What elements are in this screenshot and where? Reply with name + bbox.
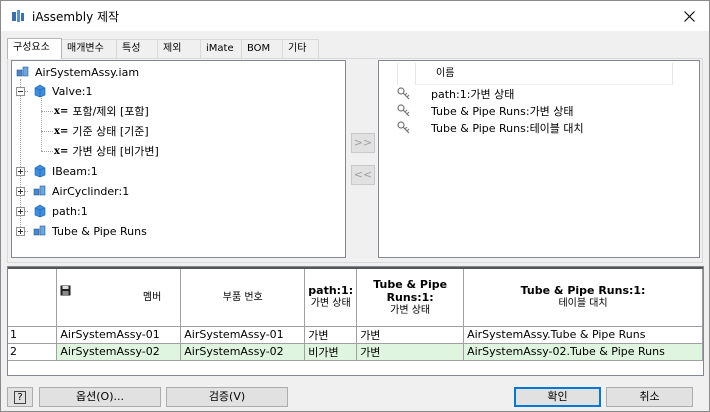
tree-item-variable-state[interactable]: x= 가변 상태 [비가변] (54, 142, 159, 160)
part-icon (34, 164, 46, 178)
part-number-cell[interactable]: AirSystemAssy-02 (180, 342, 306, 361)
tree-label: Tube & Pipe Runs (52, 224, 147, 238)
tree-item-tube-pipe[interactable]: Tube & Pipe Runs (33, 222, 147, 240)
tube-substitute-cell[interactable]: AirSystemAssy-02.Tube & Pipe Runs (463, 342, 703, 361)
add-to-table-button[interactable]: >> (351, 133, 375, 153)
tree-label: Valve:1 (52, 84, 93, 98)
assembly-icon (16, 66, 29, 77)
column-header-sublabel: 가변 상태 (310, 298, 351, 310)
help-button[interactable]: ? (7, 387, 33, 407)
row-number[interactable]: 1 (8, 325, 58, 344)
expand-toggle[interactable] (16, 207, 25, 216)
iassembly-dialog: iAssembly 제작 구성요소 매개변수 특성 제외 iMate BOM 기… (0, 0, 710, 412)
cancel-button[interactable]: 취소 (606, 387, 693, 407)
tab-exclude[interactable]: 제외 (157, 39, 201, 58)
column-header-member[interactable]: 멤버 (56, 267, 182, 327)
parameter-icon: x= (54, 105, 69, 117)
remove-from-table-button[interactable]: << (351, 165, 375, 185)
tube-substitute-cell[interactable]: AirSystemAssy.Tube & Pipe Runs (463, 325, 703, 344)
path-cell[interactable]: 가변 (304, 325, 358, 344)
column-header-sublabel: 테이블 대치 (558, 298, 608, 310)
column-header-label: Tube & Pipe (373, 277, 448, 291)
tab-properties[interactable]: 특성 (116, 39, 158, 58)
app-icon (12, 10, 24, 22)
table-row[interactable]: 1 AirSystemAssy-01 AirSystemAssy-01 가변 가… (8, 325, 703, 344)
title-bar: iAssembly 제작 (1, 1, 709, 31)
key-item[interactable]: Tube & Pipe Runs:테이블 대치 (397, 119, 584, 137)
part-icon (34, 84, 46, 98)
column-header-path[interactable]: path:1: 가변 상태 (304, 267, 358, 327)
row-number[interactable]: 2 (8, 342, 58, 361)
key-icon (397, 87, 410, 100)
expand-toggle[interactable] (16, 167, 25, 176)
path-cell[interactable]: 비가변 (304, 342, 358, 361)
column-header-tube-substitute[interactable]: Tube & Pipe Runs:1: 테이블 대치 (463, 267, 703, 327)
tab-bom[interactable]: BOM (241, 39, 283, 58)
collapse-toggle[interactable] (16, 87, 25, 96)
selected-keys-list[interactable]: 이름 path:1:가변 상태 Tube & Pipe Runs:가변 상태 T… (378, 60, 700, 258)
corner-cell (8, 267, 58, 327)
column-header-tube-variable[interactable]: Tube & Pipe Runs:1: 가변 상태 (356, 267, 465, 327)
tube-variable-cell[interactable]: 가변 (356, 325, 465, 344)
verify-button[interactable]: 검증(V) (166, 387, 288, 407)
key-label: path:1:가변 상태 (431, 88, 515, 101)
tree-item-include[interactable]: x= 포함/제외 [포함] (54, 102, 149, 120)
tree-label: path:1 (52, 204, 88, 218)
tab-other[interactable]: 기타 (282, 39, 319, 58)
component-tree[interactable]: AirSystemAssy.iam Valve:1 x= 포함/제외 [포함] … (11, 60, 346, 258)
tree-label: 포함/제외 [포함] (72, 105, 149, 118)
member-cell[interactable]: AirSystemAssy-02 (56, 342, 182, 361)
assembly-icon (33, 185, 46, 196)
parameter-icon: x= (54, 125, 69, 137)
tree-label: 기준 상태 [기준] (72, 125, 149, 138)
tree-item-base-state[interactable]: x= 기준 상태 [기준] (54, 122, 149, 140)
close-button[interactable] (675, 4, 703, 28)
tree-label: AirSystemAssy.iam (35, 65, 140, 79)
expand-toggle[interactable] (16, 227, 25, 236)
help-icon: ? (14, 391, 26, 404)
table-row[interactable]: 2 AirSystemAssy-02 AirSystemAssy-02 비가변 … (8, 342, 703, 361)
tree-label: IBeam:1 (52, 164, 98, 178)
part-number-cell[interactable]: AirSystemAssy-01 (180, 325, 306, 344)
tab-imate[interactable]: iMate (200, 39, 242, 58)
key-label: Tube & Pipe Runs:가변 상태 (431, 105, 574, 118)
tree-item-path[interactable]: path:1 (33, 202, 88, 220)
member-table[interactable]: 멤버 부품 번호 path:1: 가변 상태 Tube & Pipe Runs:… (7, 266, 704, 376)
tree-item-root[interactable]: AirSystemAssy.iam (16, 63, 139, 81)
expand-toggle[interactable] (16, 187, 25, 196)
key-item[interactable]: path:1:가변 상태 (397, 85, 514, 103)
column-header-sublabel: 가변 상태 (390, 304, 431, 316)
tube-variable-cell[interactable]: 가변 (356, 342, 465, 361)
table-header-row: 멤버 부품 번호 path:1: 가변 상태 Tube & Pipe Runs:… (8, 267, 703, 327)
key-icon (397, 121, 410, 134)
window-title: iAssembly 제작 (32, 10, 120, 24)
column-header-label: 멤버 (142, 291, 162, 303)
member-cell[interactable]: AirSystemAssy-01 (56, 325, 182, 344)
tree-item-aircylinder[interactable]: AirCyclinder:1 (33, 182, 129, 200)
tree-item-valve[interactable]: Valve:1 (33, 82, 92, 100)
close-icon (683, 10, 695, 22)
column-header-name: 이름 (415, 63, 673, 85)
tree-item-ibeam[interactable]: IBeam:1 (33, 162, 98, 180)
column-header-label: Runs:1: (386, 290, 434, 304)
options-button[interactable]: 옵션(O)... (39, 387, 161, 407)
column-header-label: path:1: (308, 284, 354, 298)
ok-button[interactable]: 확인 (514, 387, 601, 407)
tab-components[interactable]: 구성요소 (7, 38, 62, 59)
parameter-icon: x= (54, 145, 69, 157)
column-header-part-number[interactable]: 부품 번호 (180, 267, 306, 327)
key-icon (397, 104, 410, 117)
assembly-icon (33, 225, 46, 236)
key-item[interactable]: Tube & Pipe Runs:가변 상태 (397, 102, 574, 120)
tree-label: AirCyclinder:1 (52, 184, 130, 198)
key-label: Tube & Pipe Runs:테이블 대치 (431, 122, 584, 135)
save-icon (60, 285, 71, 296)
column-header-label: Tube & Pipe Runs:1: (520, 284, 646, 298)
tab-parameters[interactable]: 매개변수 (61, 39, 117, 58)
tree-label: 가변 상태 [비가변] (72, 145, 159, 158)
part-icon (34, 204, 46, 218)
